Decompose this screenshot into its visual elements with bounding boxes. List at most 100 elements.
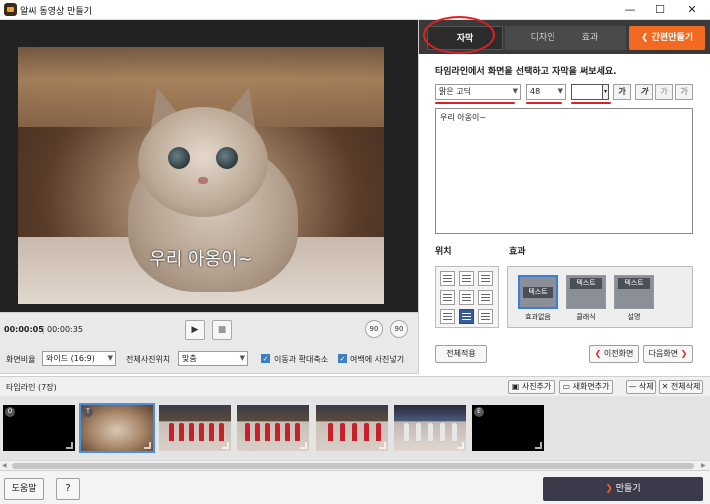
position-top-right[interactable] <box>478 271 493 286</box>
rotate-left-button[interactable]: 90 <box>365 320 383 338</box>
zoom-checkbox[interactable]: ✓ <box>261 354 270 363</box>
delete-label: 삭제 <box>638 382 654 391</box>
effect-description[interactable]: 텍스트 <box>614 275 654 309</box>
tab-effect[interactable]: 효과 <box>554 26 626 50</box>
question-button[interactable]: ? <box>56 478 80 500</box>
corner-icon <box>379 442 386 449</box>
timeline-title: 타임라인 (7장) <box>6 382 57 393</box>
timeline-kitten-thumb[interactable]: T <box>79 403 155 453</box>
footer-bar: 도움말 ? ❯ 만들기 <box>0 470 710 504</box>
scroll-right-icon[interactable]: ▶ <box>701 462 706 469</box>
add-photo-button[interactable]: ▣ 사진추가 <box>508 380 555 394</box>
close-button[interactable]: ✕ <box>682 2 702 18</box>
make-video-button[interactable]: ❯ 만들기 <box>543 477 703 501</box>
delete-all-button[interactable]: ✕ 전체삭제 <box>659 380 703 394</box>
kitten-eye-left <box>168 147 190 169</box>
timeline-opening-thumb[interactable]: O <box>3 405 75 451</box>
apply-all-button[interactable]: 전체적용 <box>435 345 487 363</box>
timeline-photo-thumb[interactable] <box>316 405 388 451</box>
position-top-left[interactable] <box>440 271 455 286</box>
timeline-count: (7장) <box>38 383 57 392</box>
kitten-nose <box>198 177 208 184</box>
minus-icon: — <box>628 382 639 391</box>
screen-icon: ▭ <box>562 382 573 391</box>
next-screen-button[interactable]: 다음화면 ❯ <box>643 345 693 363</box>
title-bar: 알씨 동영상 만들기 — ☐ ✕ <box>0 0 710 20</box>
stop-button[interactable]: ■ <box>212 320 232 340</box>
position-middle-center[interactable] <box>459 290 474 305</box>
timeline-photo-thumb[interactable] <box>394 405 466 451</box>
position-label: 위치 <box>435 247 452 257</box>
aspect-ratio-select[interactable]: 와이드 (16:9) ▼ <box>42 351 116 366</box>
make-video-label: 만들기 <box>615 484 641 494</box>
annotation-underline <box>571 102 611 104</box>
effect-none[interactable]: 텍스트 <box>518 275 558 309</box>
position-bottom-right[interactable] <box>478 309 493 324</box>
corner-icon <box>457 442 464 449</box>
quick-make-button[interactable]: ❮ 간편만들기 <box>629 26 705 50</box>
chevron-right-icon: ❯ <box>678 349 688 358</box>
italic-button[interactable]: 가 <box>635 84 653 100</box>
photo-icon: ▣ <box>511 382 522 391</box>
chevron-down-icon: ▾ <box>602 85 608 99</box>
annotation-underline <box>435 102 515 104</box>
font-color-picker[interactable]: ▾ <box>571 84 609 100</box>
effect-none-thumb: 텍스트 <box>523 287 553 298</box>
timeline-photo-thumb[interactable] <box>237 405 309 451</box>
opening-badge: O <box>5 407 15 417</box>
font-select[interactable]: 맑은 고딕 ▼ <box>435 84 521 100</box>
effect-classic-label: 클래식 <box>576 313 596 321</box>
fill-margin-label: 여백에 사진넣기 <box>350 355 405 364</box>
prev-screen-label: 이전화면 <box>603 349 634 358</box>
maximize-button[interactable]: ☐ <box>650 2 670 18</box>
chevron-down-icon: ▼ <box>107 354 113 362</box>
scroll-left-icon[interactable]: ◀ <box>2 462 7 469</box>
effect-classic-thumb: 텍스트 <box>570 278 602 289</box>
chevron-down-icon: ▼ <box>512 87 518 95</box>
aspect-ratio-label: 화면비율 <box>6 355 36 364</box>
delete-button[interactable]: — 삭제 <box>626 380 656 394</box>
rotate-right-button[interactable]: 90 <box>390 320 408 338</box>
timeline-ending-thumb[interactable]: E <box>472 405 544 451</box>
annotation-underline <box>526 102 562 104</box>
outline-button[interactable]: 가 <box>655 84 673 100</box>
position-bottom-left[interactable] <box>440 309 455 324</box>
new-screen-label: 새화면추가 <box>572 382 610 391</box>
minimize-button[interactable]: — <box>620 2 640 18</box>
position-top-center[interactable] <box>459 271 474 286</box>
corner-icon <box>66 442 73 449</box>
timeline-strip: O T E <box>0 396 710 460</box>
subtitle-instruction: 타임라인에서 화면을 선택하고 자막을 써보세요. <box>435 67 617 77</box>
playback-controls: 00:00:05 | 00:00:35 ▶ ■ 90 90 <box>0 312 418 344</box>
edit-panel: 자막 디자인 효과 ❮ 간편만들기 타임라인에서 화면을 선택하고 자막을 써보… <box>418 16 710 374</box>
font-value: 맑은 고딕 <box>439 87 471 96</box>
play-button[interactable]: ▶ <box>185 320 205 340</box>
timeline-header: 타임라인 (7장) ▣ 사진추가 ▭ 새화면추가 — 삭제 ✕ 전체삭제 <box>0 376 710 396</box>
shadow-button[interactable]: 가 <box>675 84 693 100</box>
chevron-down-icon: ▼ <box>557 87 563 95</box>
add-photo-label: 사진추가 <box>521 382 552 391</box>
timeline-scrollbar[interactable]: ◀ ▶ <box>0 460 710 470</box>
next-screen-label: 다음화면 <box>648 349 679 358</box>
effect-classic[interactable]: 텍스트 <box>566 275 606 309</box>
bold-button[interactable]: 가 <box>613 84 631 100</box>
photo-position-select[interactable]: 맞춤 ▼ <box>178 351 248 366</box>
font-size-value: 48 <box>530 87 541 96</box>
subtitle-text-input[interactable]: 우리 아옹이~ <box>435 108 693 234</box>
window-title: 알씨 동영상 만들기 <box>20 7 92 17</box>
current-time: 00:00:05 <box>4 325 44 334</box>
help-button[interactable]: 도움말 <box>4 478 44 500</box>
add-new-screen-button[interactable]: ▭ 새화면추가 <box>559 380 613 394</box>
prev-screen-button[interactable]: ❮ 이전화면 <box>589 345 639 363</box>
fill-margin-checkbox[interactable]: ✓ <box>338 354 347 363</box>
timeline-photo-thumb[interactable] <box>159 405 231 451</box>
font-size-select[interactable]: 48 ▼ <box>526 84 566 100</box>
aspect-ratio-value: 와이드 (16:9) <box>46 354 95 363</box>
position-middle-right[interactable] <box>478 290 493 305</box>
scrollbar-thumb[interactable] <box>12 463 694 469</box>
position-middle-left[interactable] <box>440 290 455 305</box>
position-bottom-center[interactable] <box>459 309 474 324</box>
chevron-down-icon: ▼ <box>239 354 245 362</box>
chevron-left-icon: ❮ <box>594 349 604 358</box>
photo-position-value: 맞춤 <box>182 354 197 363</box>
